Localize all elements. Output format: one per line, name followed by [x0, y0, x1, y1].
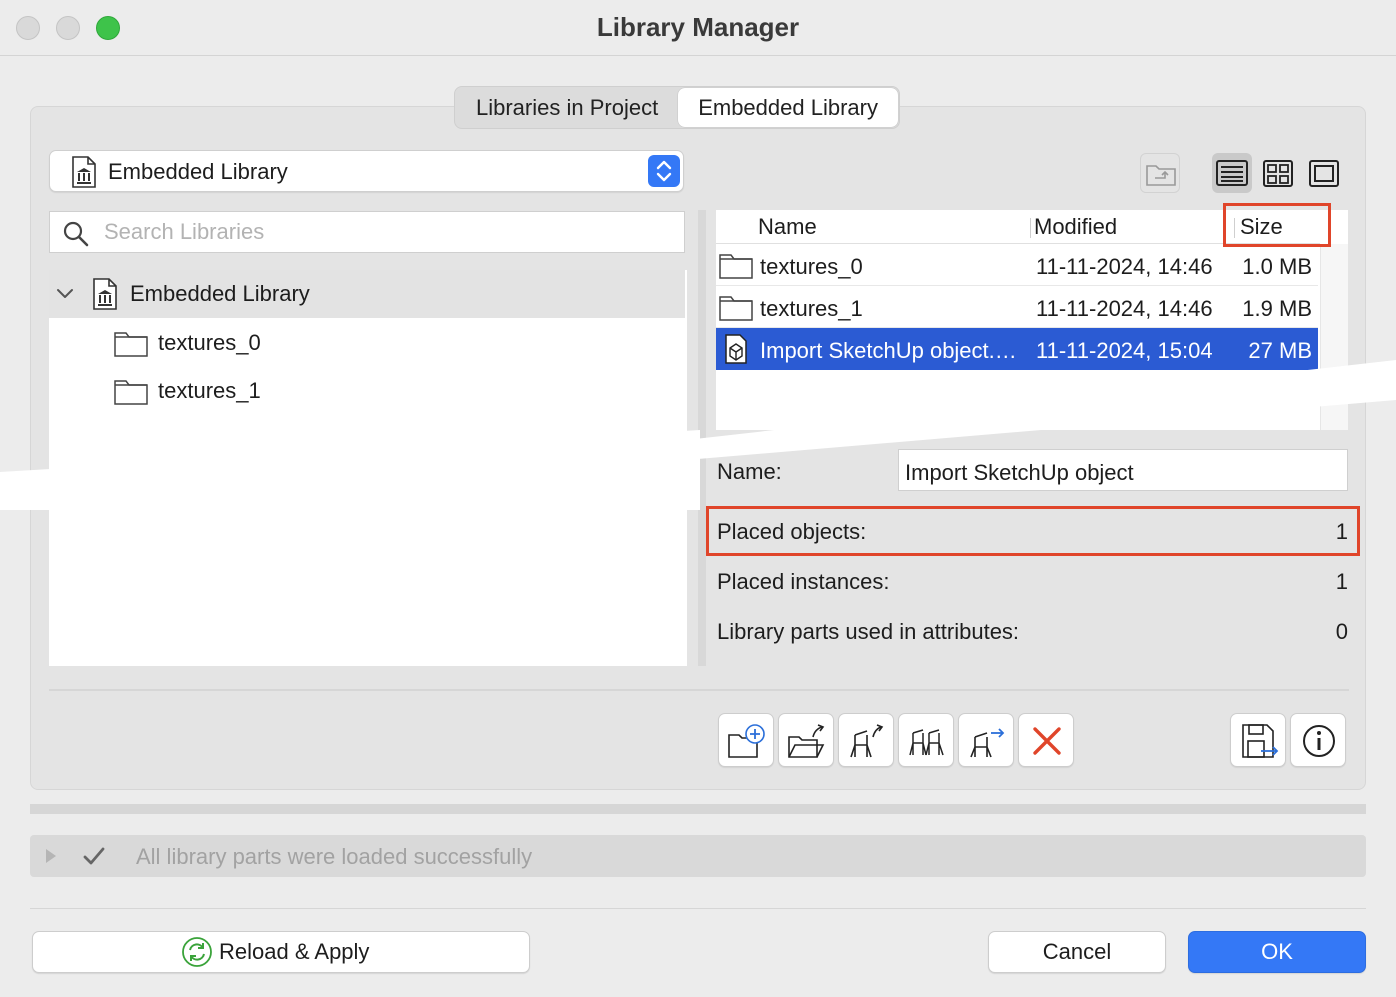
reload-apply-label: Reload & Apply — [219, 939, 370, 964]
tab-embedded-library[interactable]: Embedded Library — [678, 88, 898, 127]
attributes-label: Library parts used in attributes: — [717, 619, 1020, 644]
new-folder-icon — [728, 724, 765, 758]
library-icon — [72, 156, 96, 188]
info-button[interactable] — [1290, 713, 1346, 767]
row-name: textures_0 — [760, 254, 863, 279]
tree-root-item[interactable]: Embedded Library — [49, 270, 685, 318]
row-size: 27 MB — [1248, 338, 1312, 363]
tab-bar: Libraries in Project Embedded Library — [454, 86, 900, 129]
chevron-updown-icon — [648, 155, 680, 187]
folder-icon — [114, 380, 148, 405]
row-size: 1.9 MB — [1242, 296, 1312, 321]
list-row[interactable]: textures_0 11-11-2024, 14:46 1.0 MB — [716, 244, 1318, 286]
checkmark-icon — [83, 847, 105, 865]
move-object-icon — [970, 728, 1005, 758]
info-icon — [1303, 725, 1335, 757]
column-header-name[interactable]: Name — [758, 214, 817, 240]
export-object-icon — [850, 724, 884, 758]
title-bar: Library Manager — [0, 0, 1396, 56]
save-icon — [1242, 724, 1279, 758]
status-message: All library parts were loaded successful… — [136, 844, 533, 869]
placed-objects-highlight — [706, 506, 1360, 556]
row-modified: 11-11-2024, 15:04 — [1036, 338, 1213, 363]
parent-folder-icon — [1146, 165, 1176, 186]
row-name: textures_1 — [760, 296, 863, 321]
save-button[interactable] — [1230, 713, 1286, 767]
search-input[interactable] — [104, 212, 674, 252]
attributes-value: 0 — [1335, 619, 1348, 644]
tree-item-label: textures_0 — [158, 330, 261, 355]
cancel-button[interactable]: Cancel — [988, 931, 1166, 973]
new-folder-button[interactable] — [718, 713, 774, 767]
list-row[interactable]: textures_1 11-11-2024, 14:46 1.9 MB — [716, 286, 1318, 328]
add-folder-button[interactable] — [778, 713, 834, 767]
delete-button[interactable] — [1018, 713, 1074, 767]
folder-icon — [114, 332, 148, 357]
reload-icon — [182, 937, 212, 967]
ok-button[interactable]: OK — [1188, 931, 1366, 973]
row-modified: 11-11-2024, 14:46 — [1036, 254, 1213, 279]
tree-item-textures-1[interactable]: textures_1 — [109, 368, 609, 412]
list-view-button[interactable] — [1212, 153, 1252, 193]
delete-icon — [1033, 727, 1061, 755]
list-row-selected[interactable]: Import SketchUp object.gsm 11-11-2024, 1… — [716, 328, 1318, 370]
search-field — [49, 211, 685, 253]
library-select[interactable]: Embedded Library — [49, 150, 684, 192]
tree-root-label: Embedded Library — [130, 281, 310, 306]
move-object-button[interactable] — [958, 713, 1014, 767]
import-folder-icon — [788, 724, 825, 758]
library-part-icon — [725, 334, 747, 364]
folder-icon — [719, 254, 753, 279]
status-bar: All library parts were loaded successful… — [30, 835, 1366, 877]
library-icon — [93, 278, 117, 310]
folder-icon — [719, 296, 753, 321]
row-name: Import SketchUp object.gsm — [760, 338, 1028, 363]
library-select-value: Embedded Library — [108, 159, 288, 184]
chevron-down-icon[interactable] — [55, 284, 75, 304]
tree-item-textures-0[interactable]: textures_0 — [109, 320, 609, 364]
progress-track — [30, 804, 1366, 814]
grid-view-button[interactable] — [1258, 153, 1298, 193]
size-column-highlight — [1223, 203, 1331, 247]
tree-item-label: textures_1 — [158, 378, 261, 403]
export-object-button[interactable] — [838, 713, 894, 767]
column-header-modified[interactable]: Modified — [1034, 214, 1117, 240]
parent-folder-button[interactable] — [1140, 153, 1180, 193]
row-modified: 11-11-2024, 14:46 — [1036, 296, 1213, 321]
divider — [30, 908, 1366, 909]
row-size: 1.0 MB — [1242, 254, 1312, 279]
name-label: Name: — [717, 459, 782, 484]
reload-apply-button[interactable]: Reload & Apply — [32, 931, 530, 973]
search-icon — [63, 221, 89, 247]
placed-instances-label: Placed instances: — [717, 569, 890, 594]
window-title: Library Manager — [596, 12, 800, 42]
placed-instances-value: 1 — [1335, 569, 1348, 594]
duplicate-object-icon — [909, 729, 944, 756]
preview-view-button[interactable] — [1304, 153, 1344, 193]
divider — [49, 689, 1349, 691]
tab-libraries-in-project[interactable]: Libraries in Project — [456, 88, 678, 127]
preview-view-icon — [1309, 160, 1339, 187]
column-separator — [1030, 218, 1031, 238]
grid-view-icon — [1263, 160, 1293, 187]
duplicate-object-button[interactable] — [898, 713, 954, 767]
name-field[interactable]: Import SketchUp object — [898, 449, 1348, 491]
list-view-icon — [1216, 160, 1248, 186]
disclosure-triangle-icon[interactable] — [44, 847, 58, 865]
